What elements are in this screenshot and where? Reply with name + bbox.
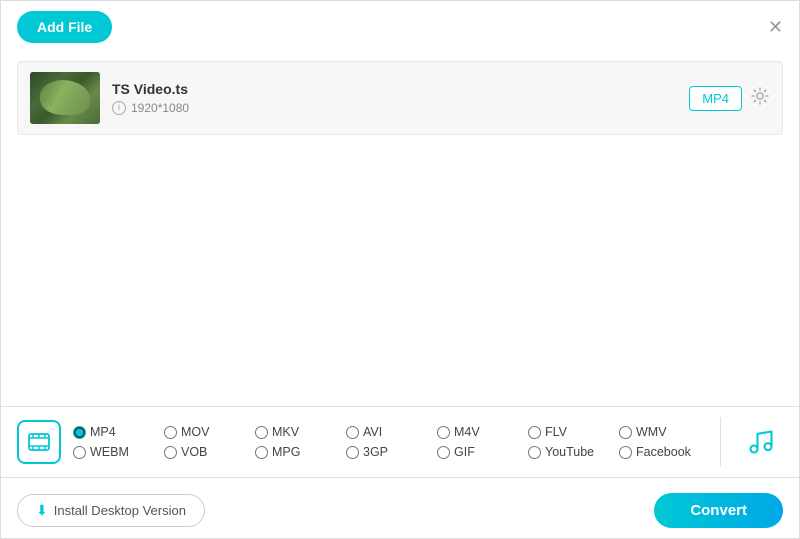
file-resolution: 1920*1080 [131, 101, 189, 115]
download-icon: ⬇ [36, 502, 48, 519]
install-label: Install Desktop Version [54, 503, 186, 518]
format-option-facebook[interactable]: Facebook [619, 445, 710, 459]
format-option-avi[interactable]: AVI [346, 425, 437, 439]
format-label-wmv: WMV [636, 425, 667, 439]
close-button[interactable]: ✕ [768, 18, 783, 36]
music-icon[interactable] [739, 420, 783, 464]
format-option-youtube[interactable]: YouTube [528, 445, 619, 459]
radio-facebook[interactable] [619, 446, 632, 459]
radio-flv[interactable] [528, 426, 541, 439]
format-label-vob: VOB [181, 445, 207, 459]
add-file-button[interactable]: Add File [17, 11, 112, 43]
file-actions: MP4 [689, 86, 770, 111]
format-option-mp4[interactable]: MP4 [73, 425, 164, 439]
radio-mpg[interactable] [255, 446, 268, 459]
film-icon [27, 430, 51, 454]
format-label-m4v: M4V [454, 425, 480, 439]
file-name: TS Video.ts [112, 81, 689, 97]
format-option-vob[interactable]: VOB [164, 445, 255, 459]
format-label-gif: GIF [454, 445, 475, 459]
install-desktop-button[interactable]: ⬇ Install Desktop Version [17, 494, 205, 527]
format-label-avi: AVI [363, 425, 382, 439]
radio-mp4[interactable] [73, 426, 86, 439]
file-item: TS Video.ts i 1920*1080 MP4 [17, 61, 783, 135]
convert-button[interactable]: Convert [654, 493, 783, 528]
file-thumbnail [30, 72, 100, 124]
info-icon[interactable]: i [112, 101, 126, 115]
radio-wmv[interactable] [619, 426, 632, 439]
format-label-mpg: MPG [272, 445, 300, 459]
vertical-divider [720, 417, 721, 467]
file-info: TS Video.ts i 1920*1080 [112, 81, 689, 115]
footer: ⬇ Install Desktop Version Convert [1, 483, 799, 538]
format-option-mpg[interactable]: MPG [255, 445, 346, 459]
radio-gif[interactable] [437, 446, 450, 459]
radio-youtube[interactable] [528, 446, 541, 459]
format-bar: MP4 MOV MKV AVI M4V FLV WMV WEBM [1, 406, 799, 478]
format-option-3gp[interactable]: 3GP [346, 445, 437, 459]
main-content: TS Video.ts i 1920*1080 MP4 [1, 53, 799, 143]
file-meta: i 1920*1080 [112, 101, 689, 115]
format-label-flv: FLV [545, 425, 567, 439]
format-label-mov: MOV [181, 425, 209, 439]
format-label-facebook: Facebook [636, 445, 691, 459]
gear-icon [750, 86, 770, 106]
format-label-youtube: YouTube [545, 445, 594, 459]
format-option-mov[interactable]: MOV [164, 425, 255, 439]
format-label-webm: WEBM [90, 445, 129, 459]
thumbnail-image [30, 72, 100, 124]
header: Add File ✕ [1, 1, 799, 53]
format-option-m4v[interactable]: M4V [437, 425, 528, 439]
format-label-mkv: MKV [272, 425, 299, 439]
format-badge-button[interactable]: MP4 [689, 86, 742, 111]
radio-webm[interactable] [73, 446, 86, 459]
radio-mkv[interactable] [255, 426, 268, 439]
radio-vob[interactable] [164, 446, 177, 459]
format-option-gif[interactable]: GIF [437, 445, 528, 459]
video-format-icon [17, 420, 61, 464]
radio-mov[interactable] [164, 426, 177, 439]
format-option-wmv[interactable]: WMV [619, 425, 710, 439]
format-label-3gp: 3GP [363, 445, 388, 459]
radio-3gp[interactable] [346, 446, 359, 459]
settings-button[interactable] [750, 86, 770, 111]
format-label-mp4: MP4 [90, 425, 116, 439]
format-option-flv[interactable]: FLV [528, 425, 619, 439]
music-note-icon [747, 428, 775, 456]
radio-m4v[interactable] [437, 426, 450, 439]
format-options-grid: MP4 MOV MKV AVI M4V FLV WMV WEBM [73, 425, 710, 459]
radio-avi[interactable] [346, 426, 359, 439]
format-option-webm[interactable]: WEBM [73, 445, 164, 459]
format-option-mkv[interactable]: MKV [255, 425, 346, 439]
